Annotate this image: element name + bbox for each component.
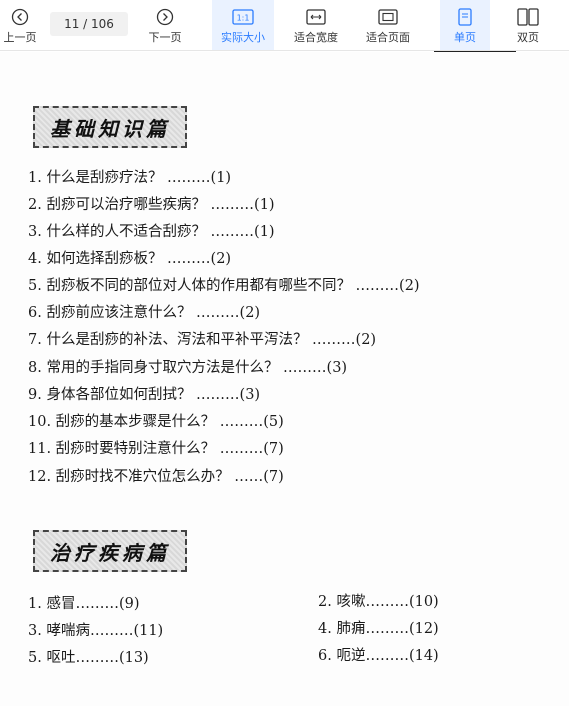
single-page-button[interactable]: 单页 (440, 0, 490, 50)
fit-page-label: 适合页面 (366, 31, 410, 44)
double-page-icon (517, 7, 539, 27)
actual-size-icon: 1:1 (232, 7, 254, 27)
actual-size-icon-text: 1:1 (237, 14, 250, 23)
toc-item[interactable]: 6. 刮痧前应该注意什么？ ………(2) (28, 301, 260, 322)
document-page: 基础知识篇 1. 什么是刮痧疗法？ ………(1) 2. 刮痧可以治疗哪些疾病？ … (0, 52, 569, 706)
toc-item[interactable]: 7. 什么是刮痧的补法、泻法和平补平泻法？ ………(2) (28, 328, 376, 349)
toc-item[interactable]: 3. 什么样的人不适合刮痧？ ………(1) (28, 220, 275, 241)
chevron-right-icon (156, 7, 174, 27)
toc-item[interactable]: 4. 肺痈………(12) (318, 617, 439, 638)
next-page-label: 下一页 (148, 31, 182, 44)
toc-item[interactable]: 2. 刮痧可以治疗哪些疾病？ ………(1) (28, 193, 275, 214)
toc-item[interactable]: 5. 刮痧板不同的部位对人体的作用都有哪些不同？ ………(2) (28, 274, 420, 295)
toc-item[interactable]: 12. 刮痧时找不准穴位怎么办？ ……(7) (28, 465, 284, 486)
toc-item[interactable]: 2. 咳嗽………(10) (318, 590, 439, 611)
single-page-icon (457, 7, 473, 27)
toc-item[interactable]: 5. 呕吐………(13) (28, 646, 149, 667)
actual-size-label: 实际大小 (221, 31, 265, 44)
fit-width-icon (306, 7, 326, 27)
toc-item[interactable]: 8. 常用的手指同身寸取穴方法是什么？ ………(3) (28, 356, 347, 377)
fit-width-label: 适合宽度 (294, 31, 338, 44)
double-page-button[interactable]: 双页 (505, 0, 551, 50)
toolbar: 上一页 11 / 106 下一页 1:1 实际大小 适合宽度 适合页面 单页 双… (0, 0, 569, 51)
toc-item[interactable]: 4. 如何选择刮痧板？ ………(2) (28, 247, 231, 268)
prev-page-label: 上一页 (3, 31, 37, 44)
next-page-button[interactable]: 下一页 (140, 0, 190, 50)
single-page-label: 单页 (454, 31, 476, 44)
toc-item[interactable]: 1. 感冒………(9) (28, 592, 139, 613)
toc-item[interactable]: 11. 刮痧时要特别注意什么？ ………(7) (28, 437, 284, 458)
section-title-basics: 基础知识篇 (33, 106, 187, 148)
actual-size-button[interactable]: 1:1 实际大小 (212, 0, 274, 50)
fit-page-button[interactable]: 适合页面 (358, 0, 418, 50)
prev-page-button[interactable]: 上一页 (0, 0, 40, 50)
chevron-left-icon (11, 7, 29, 27)
toc-item[interactable]: 1. 什么是刮痧疗法？ ………(1) (28, 166, 231, 187)
toc-item[interactable]: 3. 哮喘病………(11) (28, 619, 163, 640)
section-title-treatment: 治疗疾病篇 (33, 530, 187, 572)
fit-page-icon (378, 7, 398, 27)
fit-width-button[interactable]: 适合宽度 (288, 0, 344, 50)
page-indicator[interactable]: 11 / 106 (50, 12, 128, 36)
toc-item[interactable]: 9. 身体各部位如何刮拭？ ………(3) (28, 383, 260, 404)
double-page-label: 双页 (517, 31, 539, 44)
toc-item[interactable]: 6. 呃逆………(14) (318, 644, 439, 665)
toc-item[interactable]: 10. 刮痧的基本步骤是什么？ ………(5) (28, 410, 284, 431)
